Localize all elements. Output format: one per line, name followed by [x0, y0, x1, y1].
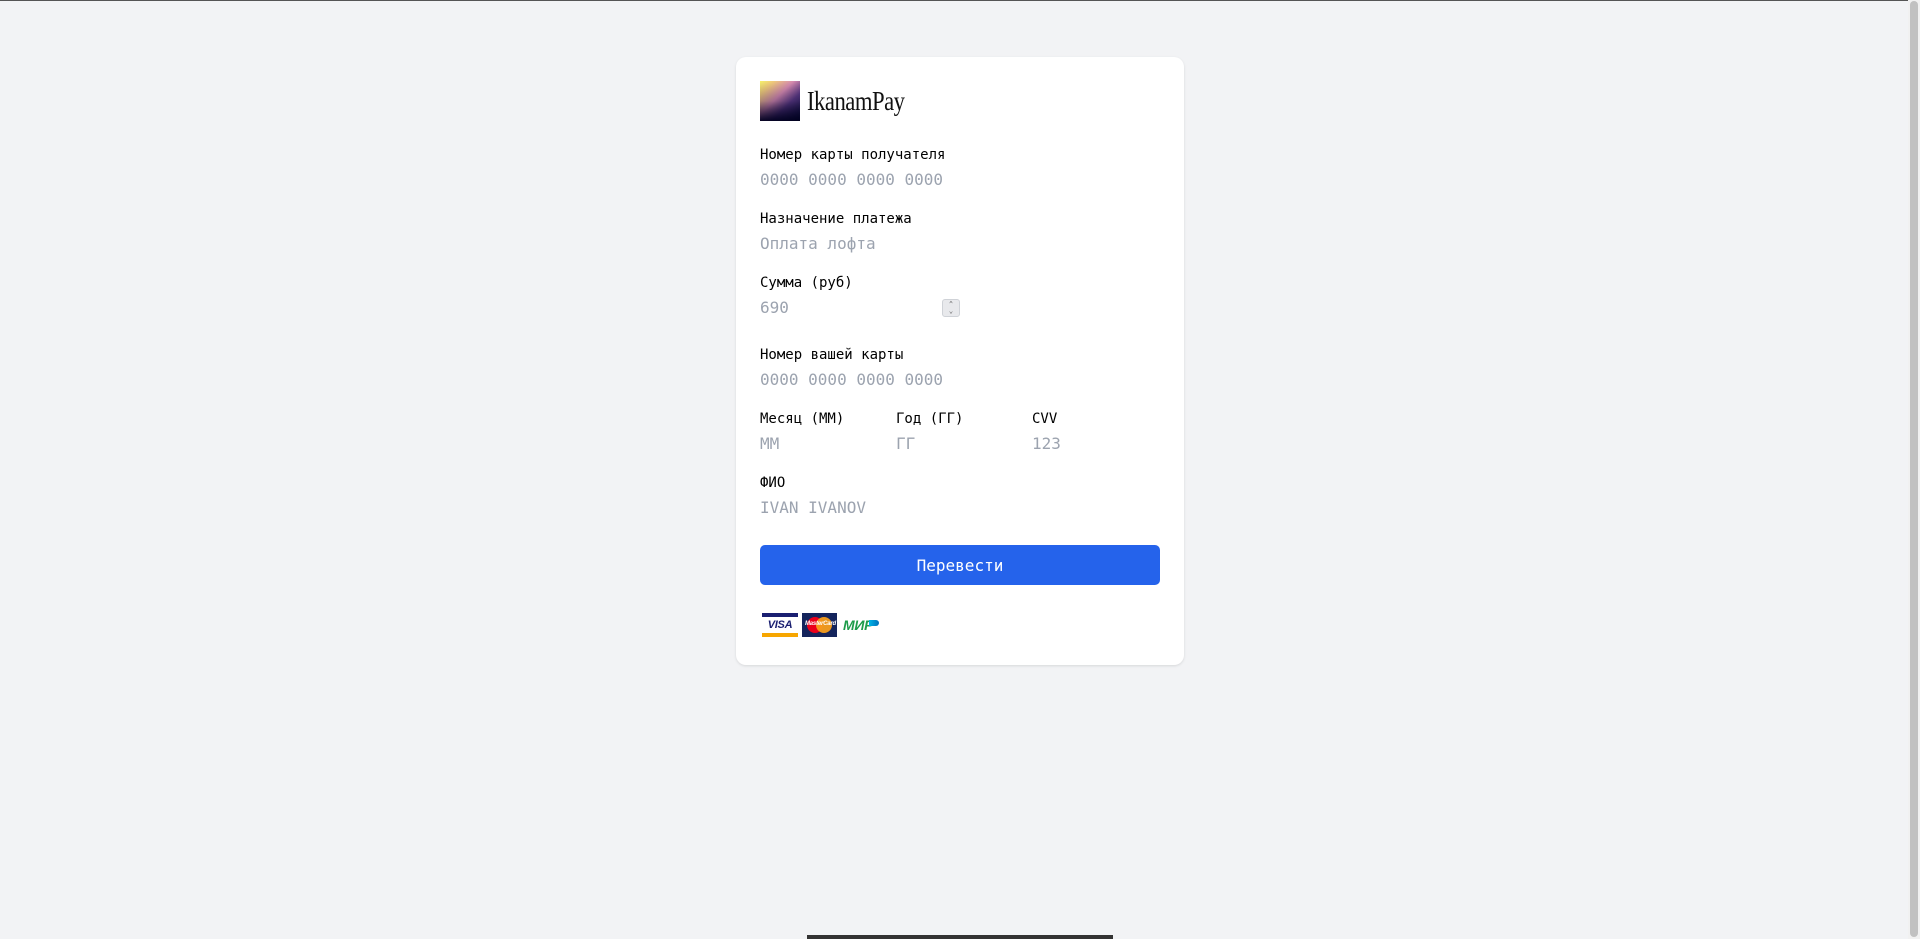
amount-field: Сумма (руб) ⌃ ⌄: [760, 274, 960, 319]
purpose-field: Назначение платежа: [760, 210, 1160, 255]
cvv-field: CVV: [1032, 410, 1152, 455]
amount-input-wrapper: ⌃ ⌄: [760, 297, 960, 319]
chevron-down-icon[interactable]: ⌄: [949, 308, 953, 315]
your-card-label: Номер вашей карты: [760, 347, 904, 363]
name-input[interactable]: [760, 497, 1160, 519]
name-label: ФИО: [760, 475, 786, 491]
brand-header: IkanamPay: [760, 81, 923, 121]
brand-name: IkanamPay: [807, 85, 905, 116]
mastercard-text: MasterCard: [805, 621, 837, 627]
amount-input[interactable]: [760, 297, 940, 319]
recipient-card-input[interactable]: [760, 169, 1160, 191]
year-field: Год (ГГ): [896, 410, 1016, 455]
top-border-line: [0, 0, 1920, 1]
month-field: Месяц (ММ): [760, 410, 880, 455]
year-label: Год (ГГ): [896, 411, 964, 427]
payment-systems: VISA MasterCard МИР: [762, 613, 880, 637]
vertical-scrollbar[interactable]: [1908, 0, 1920, 939]
cvv-input[interactable]: [1032, 433, 1152, 455]
payment-card: IkanamPay Номер карты получателя Назначе…: [736, 57, 1184, 665]
transfer-button[interactable]: Перевести: [760, 545, 1160, 585]
purpose-input[interactable]: [760, 233, 1160, 255]
visa-icon: VISA: [762, 613, 798, 637]
amount-label: Сумма (руб): [760, 275, 853, 291]
year-input[interactable]: [896, 433, 1016, 455]
amount-stepper[interactable]: ⌃ ⌄: [942, 299, 960, 317]
purpose-label: Назначение платежа: [760, 211, 912, 227]
ikanampay-logo-icon: [760, 81, 800, 121]
bottom-bar: [807, 935, 1113, 939]
your-card-field: Номер вашей карты: [760, 346, 1160, 391]
name-field: ФИО: [760, 474, 1160, 519]
cvv-label: CVV: [1032, 411, 1058, 427]
visa-text: VISA: [767, 619, 793, 631]
recipient-card-field: Номер карты получателя: [760, 146, 1160, 191]
scrollbar-thumb[interactable]: [1910, 1, 1918, 937]
recipient-card-label: Номер карты получателя: [760, 147, 946, 163]
mir-icon: МИР: [843, 617, 880, 633]
month-label: Месяц (ММ): [760, 411, 845, 427]
mastercard-icon: MasterCard: [802, 613, 837, 637]
your-card-input[interactable]: [760, 369, 1160, 391]
month-input[interactable]: [760, 433, 880, 455]
